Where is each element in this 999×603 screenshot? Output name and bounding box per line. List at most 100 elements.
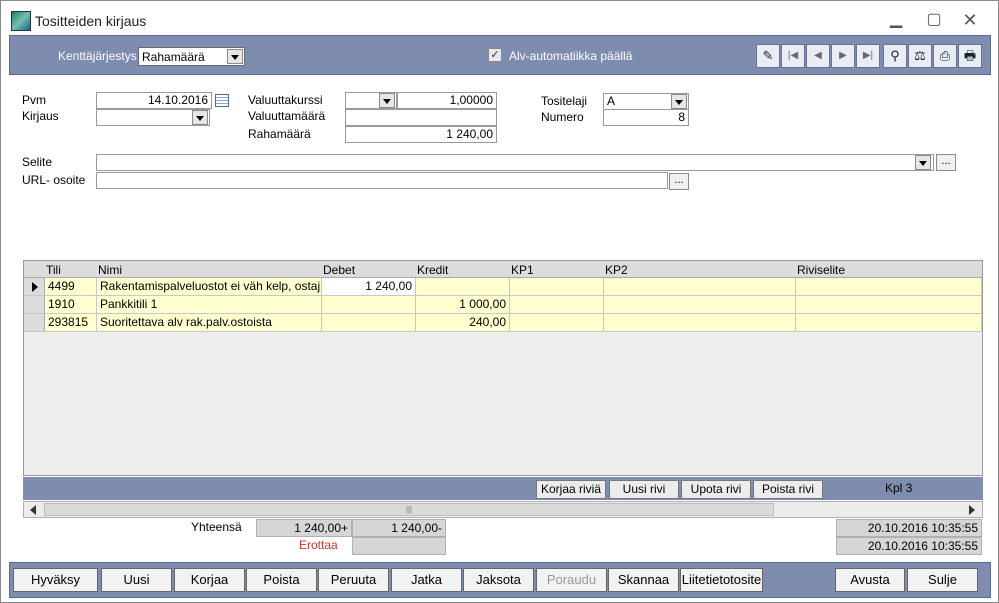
calendar-icon[interactable]	[215, 94, 229, 107]
erottaa-value	[352, 537, 446, 555]
cell-kp1[interactable]	[510, 296, 604, 314]
totals-label: Yhteensä	[191, 520, 242, 534]
maximize-icon[interactable]: ▢	[923, 11, 945, 29]
next-record-icon[interactable]: ▶	[831, 44, 855, 68]
current-row-icon	[32, 282, 38, 292]
preview-icon[interactable]: ⎙	[933, 44, 957, 68]
valuuttakurssi-label: Valuuttakurssi	[248, 93, 323, 107]
row-selector[interactable]	[24, 314, 45, 332]
chevron-down-icon[interactable]	[379, 93, 395, 108]
chevron-down-icon[interactable]	[192, 110, 208, 125]
korjaa-rivia-button[interactable]: Korjaa riviä	[536, 480, 606, 499]
chevron-down-icon[interactable]	[227, 49, 243, 64]
cell-nimi[interactable]: Rakentamispalveluostot ei väh kelp, osta…	[97, 278, 322, 296]
table-row[interactable]: 1910 Pankkitili 1 1 000,00	[24, 296, 982, 314]
edit-icon[interactable]: ✎	[756, 44, 780, 68]
numero-field[interactable]: 8	[603, 109, 689, 126]
binoculars-icon[interactable]: ⚲	[883, 44, 907, 68]
skannaa-button[interactable]: Skannaa	[608, 568, 679, 592]
created-timestamp: 20.10.2016 10:35:55	[836, 519, 982, 537]
print-icon[interactable]: 🖶	[958, 44, 982, 68]
cell-kp2[interactable]	[604, 278, 796, 296]
jaksota-button[interactable]: Jaksota	[463, 568, 534, 592]
cell-debet[interactable]	[322, 314, 416, 332]
table-row[interactable]: 4499 Rakentamispalveluostot ei väh kelp,…	[24, 278, 982, 296]
valuuttamaara-label: Valuuttamäärä	[248, 109, 326, 123]
jatka-button[interactable]: Jatka	[391, 568, 462, 592]
liitetietotosite-button[interactable]: Liitetietotosite	[680, 568, 763, 592]
app-icon	[11, 11, 31, 31]
column-header[interactable]: KP1	[511, 263, 534, 277]
upota-rivi-button[interactable]: Upota rivi	[681, 480, 751, 499]
hyvaksy-button[interactable]: Hyväksy	[13, 568, 98, 592]
vat-automation-checkbox[interactable]: ✓	[488, 48, 502, 62]
column-header[interactable]: Debet	[323, 263, 355, 277]
cell-tili[interactable]: 293815	[45, 314, 97, 332]
scroll-left-icon[interactable]	[26, 502, 42, 517]
cell-tili[interactable]: 1910	[45, 296, 97, 314]
cell-kp1[interactable]	[510, 314, 604, 332]
cell-nimi[interactable]: Suoritettava alv rak.palv.ostoista	[97, 314, 322, 332]
erottaa-label: Erottaa	[299, 538, 338, 552]
rahamaara-field[interactable]: 1 240,00	[345, 126, 497, 143]
field-order-select[interactable]: Rahamäärä	[138, 47, 245, 66]
avusta-button[interactable]: Avusta	[835, 568, 905, 592]
cell-riviselite[interactable]	[796, 296, 982, 314]
cell-debet[interactable]	[322, 296, 416, 314]
column-header[interactable]: Kredit	[417, 263, 448, 277]
cell-tili[interactable]: 4499	[45, 278, 97, 296]
pvm-field[interactable]: 14.10.2016	[96, 92, 212, 109]
minimize-icon[interactable]: ▁	[885, 11, 907, 29]
selite-field[interactable]	[96, 154, 934, 171]
cell-kp1[interactable]	[510, 278, 604, 296]
cell-riviselite[interactable]	[796, 314, 982, 332]
entries-grid: Tili Nimi Debet Kredit KP1 KP2 Riviselit…	[23, 260, 983, 476]
poraudu-button[interactable]: Poraudu	[536, 568, 607, 592]
sulje-button[interactable]: Sulje	[907, 568, 978, 592]
cell-kredit[interactable]	[416, 278, 510, 296]
cell-kp2[interactable]	[604, 314, 796, 332]
korjaa-button[interactable]: Korjaa	[174, 568, 245, 592]
selite-browse-button[interactable]: ...	[936, 154, 956, 171]
valuuttamaara-field[interactable]	[345, 109, 497, 126]
uusi-button[interactable]: Uusi	[101, 568, 172, 592]
chevron-down-icon[interactable]	[915, 155, 931, 170]
table-row[interactable]: 293815 Suoritettava alv rak.palv.ostoist…	[24, 314, 982, 332]
pvm-label: Pvm	[22, 93, 46, 107]
peruuta-button[interactable]: Peruuta	[318, 568, 389, 592]
cell-kredit[interactable]: 1 000,00	[416, 296, 510, 314]
uusi-rivi-button[interactable]: Uusi rivi	[609, 480, 679, 499]
first-record-icon[interactable]: |◀	[781, 44, 805, 68]
bottom-button-bar: Hyväksy Uusi Korjaa Poista Peruuta Jatka…	[9, 562, 991, 598]
modified-timestamp: 20.10.2016 10:35:55	[836, 537, 982, 555]
cell-kredit[interactable]: 240,00	[416, 314, 510, 332]
column-header[interactable]: Nimi	[98, 263, 122, 277]
window-title: Tositteiden kirjaus	[35, 13, 147, 29]
horizontal-scrollbar[interactable]: |||	[23, 501, 983, 518]
scroll-right-icon[interactable]	[964, 502, 980, 517]
cell-nimi[interactable]: Pankkitili 1	[97, 296, 322, 314]
cell-debet[interactable]: 1 240,00	[322, 278, 416, 296]
url-field[interactable]	[96, 172, 668, 189]
close-icon[interactable]: ✕	[959, 11, 981, 29]
column-header[interactable]: KP2	[605, 263, 628, 277]
column-header[interactable]: Tili	[46, 263, 61, 277]
valuuttakurssi-field[interactable]: 1,00000	[397, 92, 497, 109]
row-selector[interactable]	[24, 278, 45, 296]
kredit-total: 1 240,00-	[352, 519, 446, 537]
filter-icon[interactable]: ⚖	[908, 44, 932, 68]
row-selector[interactable]	[24, 296, 45, 314]
url-browse-button[interactable]: ...	[669, 173, 689, 190]
debet-total: 1 240,00+	[256, 519, 352, 537]
column-header[interactable]: Riviselite	[797, 263, 845, 277]
main-window: Tositteiden kirjaus ▁ ▢ ✕ Kenttäjärjesty…	[0, 0, 999, 603]
cell-riviselite[interactable]	[796, 278, 982, 296]
poista-rivi-button[interactable]: Poista rivi	[753, 480, 823, 499]
scroll-thumb[interactable]: |||	[44, 503, 774, 516]
top-toolbar: Kenttäjärjestys Rahamäärä ✓ Alv-automati…	[9, 35, 991, 75]
poista-button[interactable]: Poista	[246, 568, 317, 592]
chevron-down-icon[interactable]	[671, 94, 687, 109]
prev-record-icon[interactable]: ◀	[806, 44, 830, 68]
cell-kp2[interactable]	[604, 296, 796, 314]
last-record-icon[interactable]: ▶|	[856, 44, 880, 68]
